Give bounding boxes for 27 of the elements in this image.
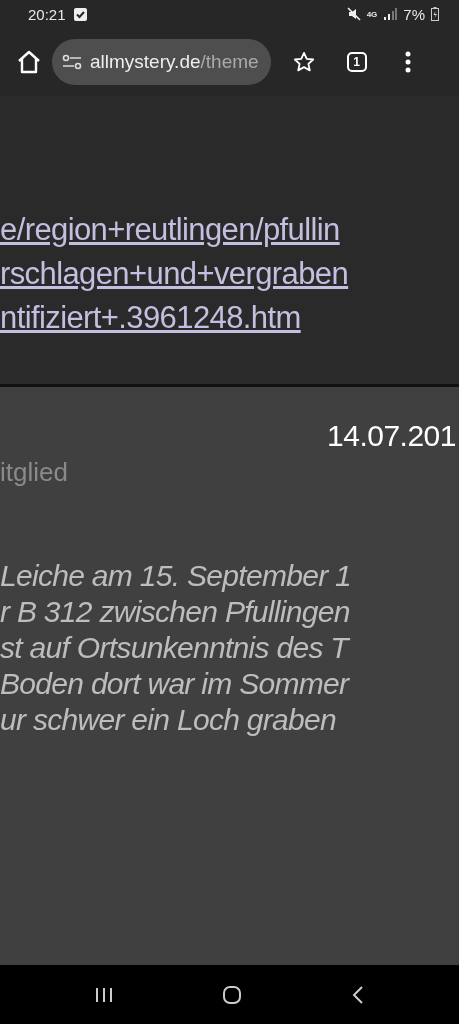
home-button[interactable] — [16, 49, 42, 75]
quote-text-line: ur schwer ein Loch graben — [0, 702, 338, 738]
battery-percent: 7% — [403, 5, 425, 23]
clock-time: 20:21 — [28, 5, 66, 23]
post-date: 14.07.201 — [326, 419, 457, 453]
quote-text-line: Leiche am 15. September 1 — [0, 558, 353, 594]
site-settings-icon — [62, 54, 82, 70]
notification-check-icon — [73, 7, 87, 21]
tab-switcher-button[interactable]: 1 — [346, 52, 367, 72]
network-type: 4G — [366, 9, 378, 19]
address-bar[interactable]: allmystery.de/theme — [52, 39, 271, 85]
article-link[interactable]: ntifiziert+.3961248.htm — [0, 296, 459, 340]
battery-charging-icon — [431, 7, 439, 21]
menu-icon[interactable] — [404, 51, 411, 73]
bookmark-star-button[interactable] — [292, 51, 315, 73]
member-rank: itglied — [0, 457, 69, 488]
article-link[interactable]: e/region+reutlingen/pfullin — [0, 208, 459, 252]
mute-icon — [346, 7, 361, 21]
quote-text-line: st auf Ortsunkenntnis des T — [0, 630, 459, 666]
back-button[interactable] — [352, 984, 365, 1005]
quote-text-line: Boden dort war im Sommer — [0, 666, 351, 702]
article-link[interactable]: rschlagen+und+vergraben — [0, 252, 459, 296]
quote-text-line: r B 312 zwischen Pfullingen — [0, 594, 351, 630]
recent-apps-button[interactable] — [94, 986, 113, 1003]
home-nav-button[interactable] — [222, 984, 243, 1005]
url-text: allmystery.de/theme — [90, 51, 259, 73]
signal-icon — [383, 8, 398, 20]
